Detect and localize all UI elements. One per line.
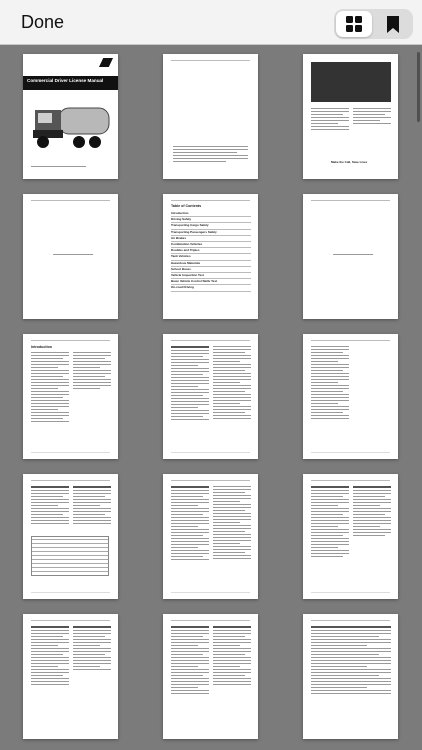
toc-list: Introduction Driving Safely Transporting C… [171,211,251,292]
vertical-scrollbar[interactable] [417,52,420,122]
page-thumbnail-14[interactable] [163,614,258,739]
page-thumbnail-4[interactable] [23,194,118,319]
logo-icon [99,58,113,67]
data-table [31,536,109,576]
page-thumbnail-13[interactable] [23,614,118,739]
grid-icon [346,16,362,32]
bookmarks-view-button[interactable] [375,11,411,37]
grid-view-button[interactable] [336,11,372,37]
cover-photo [311,62,391,102]
page-thumbnail-3[interactable]: Make the Call, Save Lives [303,54,398,179]
page7-heading: Introduction [31,345,52,349]
page3-caption: Make the Call, Save Lives [331,160,368,164]
page-thumbnail-9[interactable] [303,334,398,459]
page-thumbnail-12[interactable] [303,474,398,599]
toc-entry: On-road Driving [171,285,251,292]
page-thumbnail-15[interactable] [303,614,398,739]
cover-title: Commercial Driver License Manual [27,78,104,83]
page-thumbnail-10[interactable] [23,474,118,599]
top-toolbar: Done [0,0,422,45]
page-thumbnail-1[interactable]: Commercial Driver License Manual [23,54,118,179]
toc-title: Table of Contents [171,204,202,208]
bookmark-icon [387,15,399,33]
page-thumbnail-11[interactable] [163,474,258,599]
page-thumbnail-2[interactable] [163,54,258,179]
page-thumbnail-8[interactable] [163,334,258,459]
page-thumbnail-6[interactable] [303,194,398,319]
view-mode-segmented-control [334,9,413,39]
page-thumbnail-5[interactable]: Table of Contents Introduction Driving Sa… [163,194,258,319]
done-button[interactable]: Done [21,12,64,33]
page-thumbnail-grid: Commercial Driver License Manual Make th… [0,46,422,750]
page-thumbnail-7[interactable]: Introduction [23,334,118,459]
truck-icon [33,107,110,148]
